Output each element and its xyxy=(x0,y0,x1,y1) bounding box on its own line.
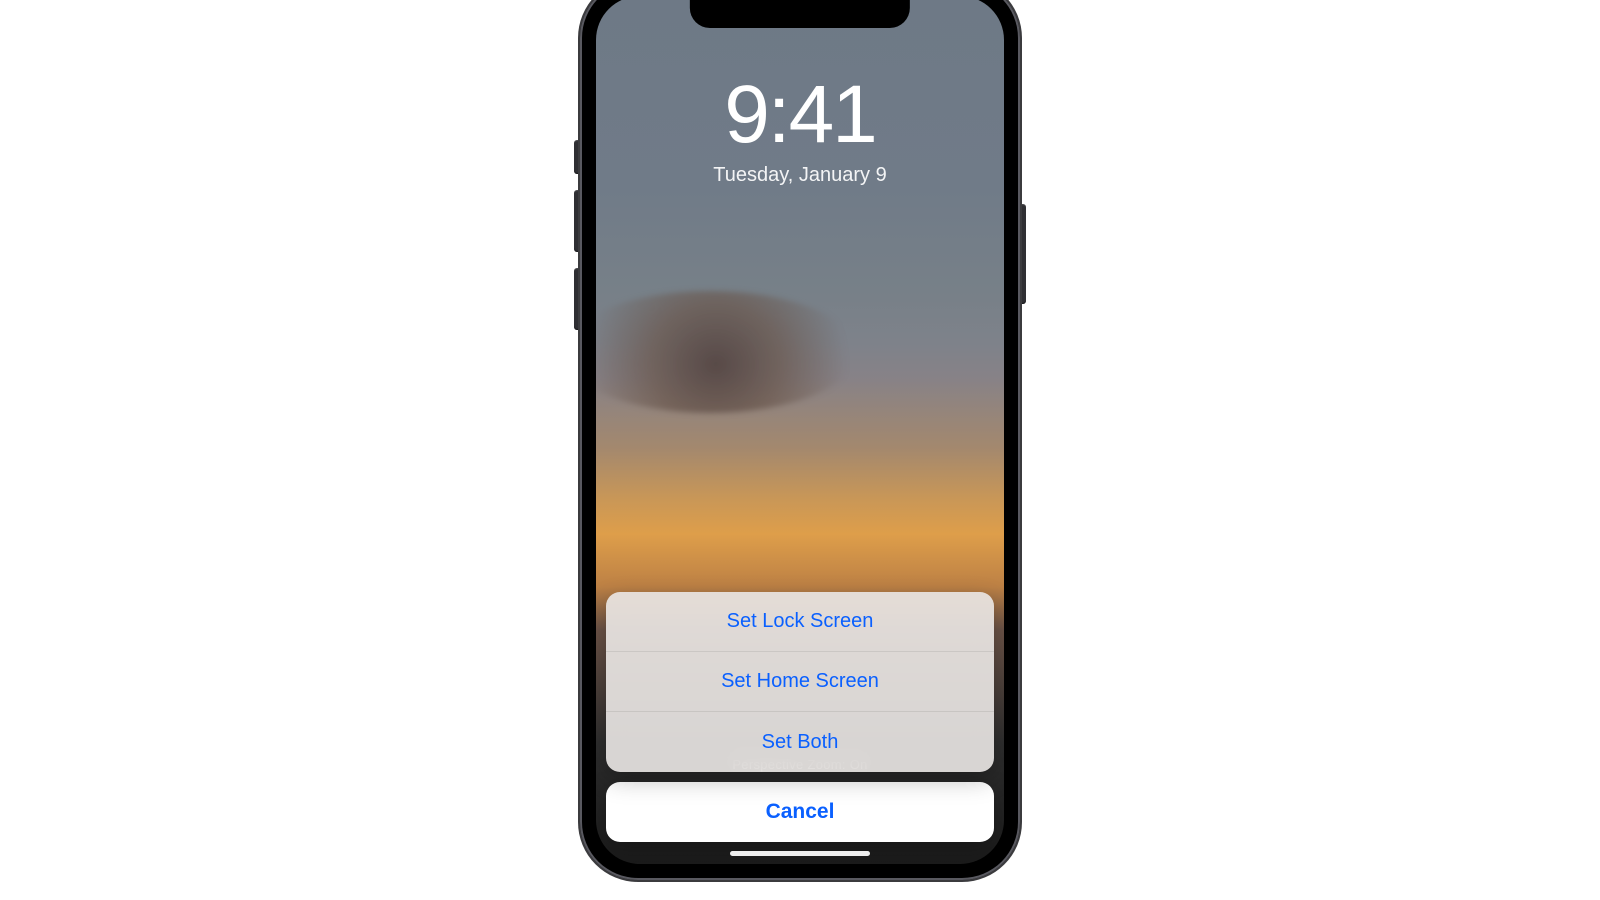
notch xyxy=(690,0,910,28)
action-sheet-area: Perspective Zoom: On Set Lock Screen Set… xyxy=(596,592,1004,864)
home-indicator[interactable] xyxy=(730,851,870,856)
cancel-button[interactable]: Cancel xyxy=(606,782,994,842)
clock-date: Tuesday, January 9 xyxy=(596,164,1004,187)
set-home-screen-button[interactable]: Set Home Screen xyxy=(606,652,994,712)
set-both-button[interactable]: Set Both xyxy=(606,712,994,772)
screen: 9:41 Tuesday, January 9 Perspective Zoom… xyxy=(596,0,1004,864)
wallpaper-cloud xyxy=(596,291,857,413)
phone-body: 9:41 Tuesday, January 9 Perspective Zoom… xyxy=(580,0,1020,880)
side-button xyxy=(1020,204,1026,304)
wallpaper-action-sheet: Set Lock Screen Set Home Screen Set Both xyxy=(606,592,994,772)
clock-time: 9:41 xyxy=(596,74,1004,156)
set-lock-screen-button[interactable]: Set Lock Screen xyxy=(606,592,994,652)
lock-screen-clock-area: 9:41 Tuesday, January 9 xyxy=(596,0,1004,187)
phone-mockup: 9:41 Tuesday, January 9 Perspective Zoom… xyxy=(580,0,1020,880)
